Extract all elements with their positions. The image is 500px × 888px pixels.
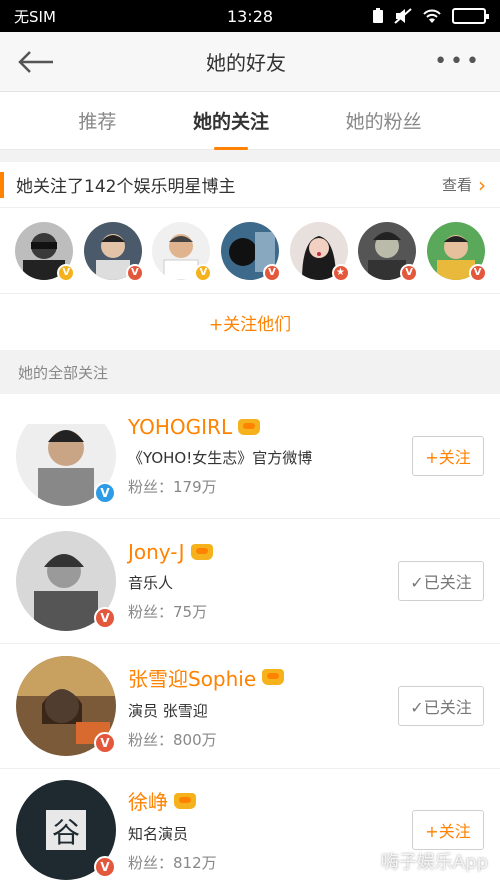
page-title: 她的好友 [206, 51, 287, 75]
verified-v-icon: V [194, 263, 213, 282]
vip-crown-icon [190, 544, 213, 560]
user-name[interactable]: Jony-J [128, 540, 185, 564]
celebrity-count-text: 她关注了142个娱乐明星博主 [16, 177, 236, 197]
celebrity-avatar[interactable]: V [15, 221, 76, 282]
back-arrow-icon[interactable] [18, 47, 58, 77]
follow-button[interactable]: +关注 [412, 436, 484, 476]
fan-count: 粉丝：812万 [128, 854, 217, 872]
more-options-icon[interactable]: ••• [434, 49, 482, 74]
celebrity-header: 她关注了142个娱乐明星博主 查看 › [0, 162, 500, 208]
nav-bar: 她的好友 ••• [0, 32, 500, 92]
see-more-label: 查看 [441, 176, 472, 194]
user-name[interactable]: 张雪迎Sophie [128, 663, 256, 692]
accent-bar [0, 171, 4, 198]
verified-v-icon: V [94, 482, 116, 504]
celebrity-avatar[interactable]: V [152, 221, 213, 282]
list-header: 她的全部关注 [0, 350, 500, 394]
see-more-link[interactable]: 查看 › [442, 173, 500, 197]
list-item[interactable]: V 张雪迎Sophie 演员 张雪迎 粉丝：800万 ✓已关注 [0, 644, 500, 769]
list-item[interactable]: V Jony-J 音乐人 粉丝：75万 ✓已关注 [0, 519, 500, 644]
user-description: 演员 张雪迎 [128, 701, 208, 720]
spacer [0, 150, 500, 162]
followed-button[interactable]: ✓已关注 [398, 561, 484, 601]
tab-her-following[interactable]: 她的关注 [193, 97, 269, 144]
fan-count: 粉丝：179万 [128, 478, 217, 496]
verified-v-icon: V [57, 263, 76, 282]
tab-bar: 推荐 她的关注 她的粉丝 [0, 92, 500, 150]
celebrity-avatar[interactable]: V [358, 221, 419, 282]
user-description: 音乐人 [128, 574, 174, 592]
verified-v-icon: V [468, 263, 487, 282]
celebrity-avatar-row: V V V V ★ V V [0, 208, 500, 294]
celebrity-avatar[interactable]: V [426, 221, 487, 282]
follow-all-button[interactable]: +关注他们 [0, 294, 500, 350]
following-list: V YOHOGIRL 《YOHO!女生志》官方微博 粉丝：179万 +关注 V … [0, 394, 500, 888]
user-description: 知名演员 [128, 825, 189, 843]
vip-crown-icon [174, 792, 196, 809]
verified-v-icon: V [125, 263, 144, 282]
star-badge-icon: ★ [331, 263, 350, 282]
follow-button[interactable]: +关注 [412, 809, 484, 850]
status-bar: 无SIM 13:28 [0, 0, 500, 32]
celebrity-avatar[interactable]: V [220, 221, 281, 282]
clock: 13:28 [226, 6, 274, 26]
vip-crown-icon [262, 669, 285, 685]
user-name[interactable]: 徐峥 [128, 786, 168, 815]
celebrity-section: 她关注了142个娱乐明星博主 查看 › V V V V ★ V V +关注他们 [0, 162, 500, 350]
verified-v-icon: V [400, 263, 419, 282]
watermark-text: 嗨子娱乐App [380, 852, 488, 873]
fan-count: 粉丝：800万 [128, 730, 217, 749]
chevron-right-icon: › [478, 172, 486, 197]
verified-v-icon: V [94, 732, 116, 754]
battery-icon [452, 8, 489, 24]
user-name[interactable]: YOHOGIRL [128, 415, 232, 439]
verified-v-icon: V [262, 263, 281, 282]
verified-v-icon: V [94, 607, 116, 629]
vip-crown-icon [238, 419, 261, 435]
celebrity-avatar[interactable]: V [83, 221, 144, 282]
verified-v-icon: V [94, 855, 116, 878]
list-item[interactable]: V YOHOGIRL 《YOHO!女生志》官方微博 粉丝：179万 +关注 [0, 394, 500, 519]
tab-her-fans[interactable]: 她的粉丝 [346, 97, 422, 144]
celebrity-avatar[interactable]: ★ [289, 221, 350, 282]
watermark: 嗨子娱乐App [381, 848, 488, 874]
user-description: 《YOHO!女生志》官方微博 [128, 449, 313, 467]
fan-count: 粉丝：75万 [128, 603, 208, 621]
tab-recommend[interactable]: 推荐 [78, 97, 116, 144]
followed-button[interactable]: ✓已关注 [398, 686, 484, 726]
svg-text:谷: 谷 [52, 816, 80, 849]
